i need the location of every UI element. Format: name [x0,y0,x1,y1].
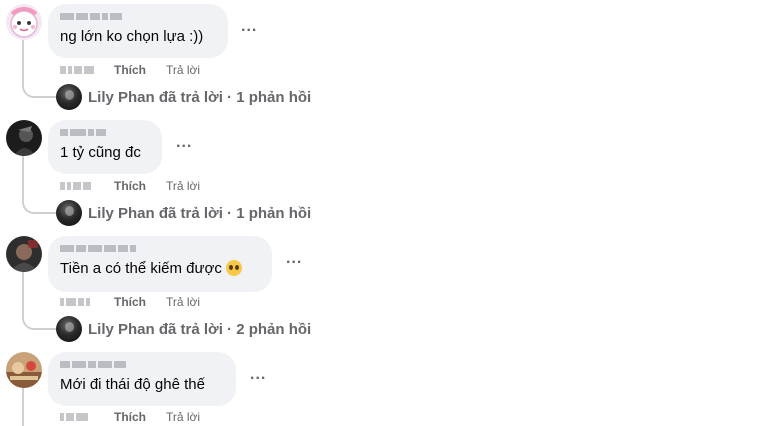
avatar-image [6,352,42,388]
author-name-redacted[interactable] [60,11,216,21]
comment-bubble: Tiền a có thể kiếm được [48,236,272,292]
replier-avatar [56,200,82,226]
timestamp-redacted[interactable] [60,182,110,190]
thread-line [22,40,24,82]
more-options-icon[interactable]: ... [250,366,266,384]
like-button[interactable]: Thích [114,63,166,77]
comment-bubble: ng lớn ko chọn lựa :)) [48,4,228,58]
reply-button[interactable]: Trả lời [166,410,200,424]
reply-button[interactable]: Trả lời [166,63,200,77]
reply-button[interactable]: Trả lời [166,179,200,193]
reply-summary-text[interactable]: Lily Phan đã trả lời · 2 phản hồi [88,321,311,338]
timestamp-redacted[interactable] [60,66,110,74]
comment-bubble: Mới đi thái độ ghê thế [48,352,236,406]
comment-text: Mới đi thái độ ghê thế [60,376,205,393]
thread-line [22,388,24,426]
replier-avatar [56,316,82,342]
more-options-icon[interactable]: ... [241,18,257,36]
reply-summary-text[interactable]: Lily Phan đã trả lời · 1 phản hồi [88,205,311,222]
comment-text: 1 tỷ cũng đc [60,144,141,161]
reply-summary-text[interactable]: Lily Phan đã trả lời · 1 phản hồi [88,89,311,106]
avatar-image [6,4,42,40]
comment-actions: Thích Trả lời [60,62,200,78]
avatar[interactable] [6,236,42,272]
like-button[interactable]: Thích [114,410,166,424]
reply-summary[interactable]: Lily Phan đã trả lời · 1 phản hồi [56,84,311,110]
avatar[interactable] [6,120,42,156]
reply-summary[interactable]: Lily Phan đã trả lời · 1 phản hồi [56,200,311,226]
comment-actions: Thích Trả lời [60,178,200,194]
comment-actions: Thích Trả lời [60,294,200,310]
author-name-redacted[interactable] [60,243,260,253]
more-options-icon[interactable]: ... [176,134,192,152]
avatar-image [6,120,42,156]
comment-text: Tiền a có thể kiếm được [60,259,260,278]
comment-bubble: 1 tỷ cũng đc [48,120,162,174]
comment-text-content: Tiền a có thể kiếm được [60,260,222,277]
more-options-icon[interactable]: ... [286,250,302,268]
thread-elbow [22,198,56,214]
reply-summary[interactable]: Lily Phan đã trả lời · 2 phản hồi [56,316,311,342]
comment-thread: ng lớn ko chọn lựa :)) ... Thích Trả lời… [0,0,757,426]
comment-text: ng lớn ko chọn lựa :)) [60,28,204,45]
avatar[interactable] [6,352,42,388]
thread-elbow [22,82,56,98]
thread-line [22,272,24,314]
comment-actions: Thích Trả lời [60,409,200,425]
replier-avatar [56,84,82,110]
author-name-redacted[interactable] [60,127,150,137]
timestamp-redacted[interactable] [60,298,110,306]
timestamp-redacted[interactable] [60,413,110,421]
pleading-face-icon [225,260,242,276]
thread-elbow [22,314,56,330]
avatar-image [6,236,42,272]
like-button[interactable]: Thích [114,295,166,309]
thread-line [22,156,24,198]
like-button[interactable]: Thích [114,179,166,193]
author-name-redacted[interactable] [60,359,224,369]
reply-button[interactable]: Trả lời [166,295,200,309]
avatar[interactable] [6,4,42,40]
